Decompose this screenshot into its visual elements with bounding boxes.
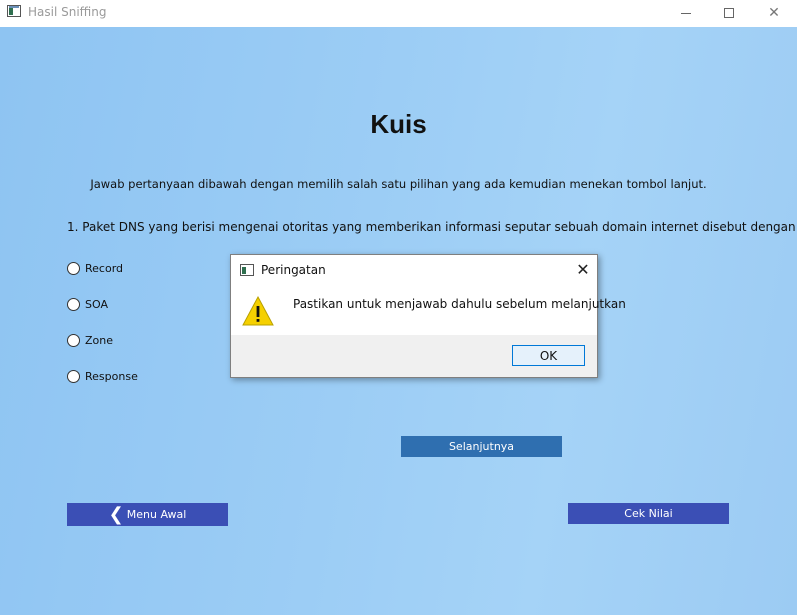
page-title: Kuis [370,109,427,139]
close-button[interactable]: ✕ [751,0,797,26]
option-label: Zone [85,334,114,347]
option-record[interactable]: Record [67,262,123,275]
warning-dialog: Peringatan ✕ Pastikan untuk menjawab dah… [230,254,626,378]
window-titlebar: Hasil Sniffing ✕ [0,0,797,26]
option-label: Record [85,262,124,275]
app-icon [7,5,21,17]
cek-nilai-button[interactable]: Cek Nilai [568,503,729,524]
dialog-title: Peringatan [261,263,326,277]
radio-button[interactable] [67,262,80,275]
maximize-icon [724,8,734,18]
menu-awal-label: Menu Awal [126,508,187,521]
option-soa[interactable]: SOA [67,298,108,311]
dialog-close-button[interactable]: ✕ [573,259,593,279]
minimize-button[interactable] [663,0,709,26]
radio-button[interactable] [67,370,80,383]
close-icon: ✕ [576,259,590,279]
warning-icon [242,295,274,326]
close-icon: ✕ [768,5,780,21]
dialog-footer: OK [231,335,597,377]
dialog-app-icon [240,264,254,276]
option-label: Response [85,370,138,383]
radio-button[interactable] [67,334,80,347]
question-text: 1. Paket DNS yang berisi mengenai otorit… [67,220,796,234]
minimize-icon [681,12,691,14]
dialog-message: Pastikan untuk menjawab dahulu sebelum m… [293,297,626,311]
instruction-text: Jawab pertanyaan dibawah dengan memilih … [90,177,707,191]
menu-awal-button[interactable]: ❮ Menu Awal [67,503,228,526]
option-label: SOA [85,298,108,311]
option-response[interactable]: Response [67,370,138,383]
window-title: Hasil Sniffing [28,5,107,19]
ok-button[interactable]: OK [512,345,585,366]
chevron-left-icon: ❮ [108,503,124,525]
next-button[interactable]: Selanjutnya [401,436,562,457]
option-zone[interactable]: Zone [67,334,113,347]
maximize-button[interactable] [706,0,752,26]
radio-button[interactable] [67,298,80,311]
